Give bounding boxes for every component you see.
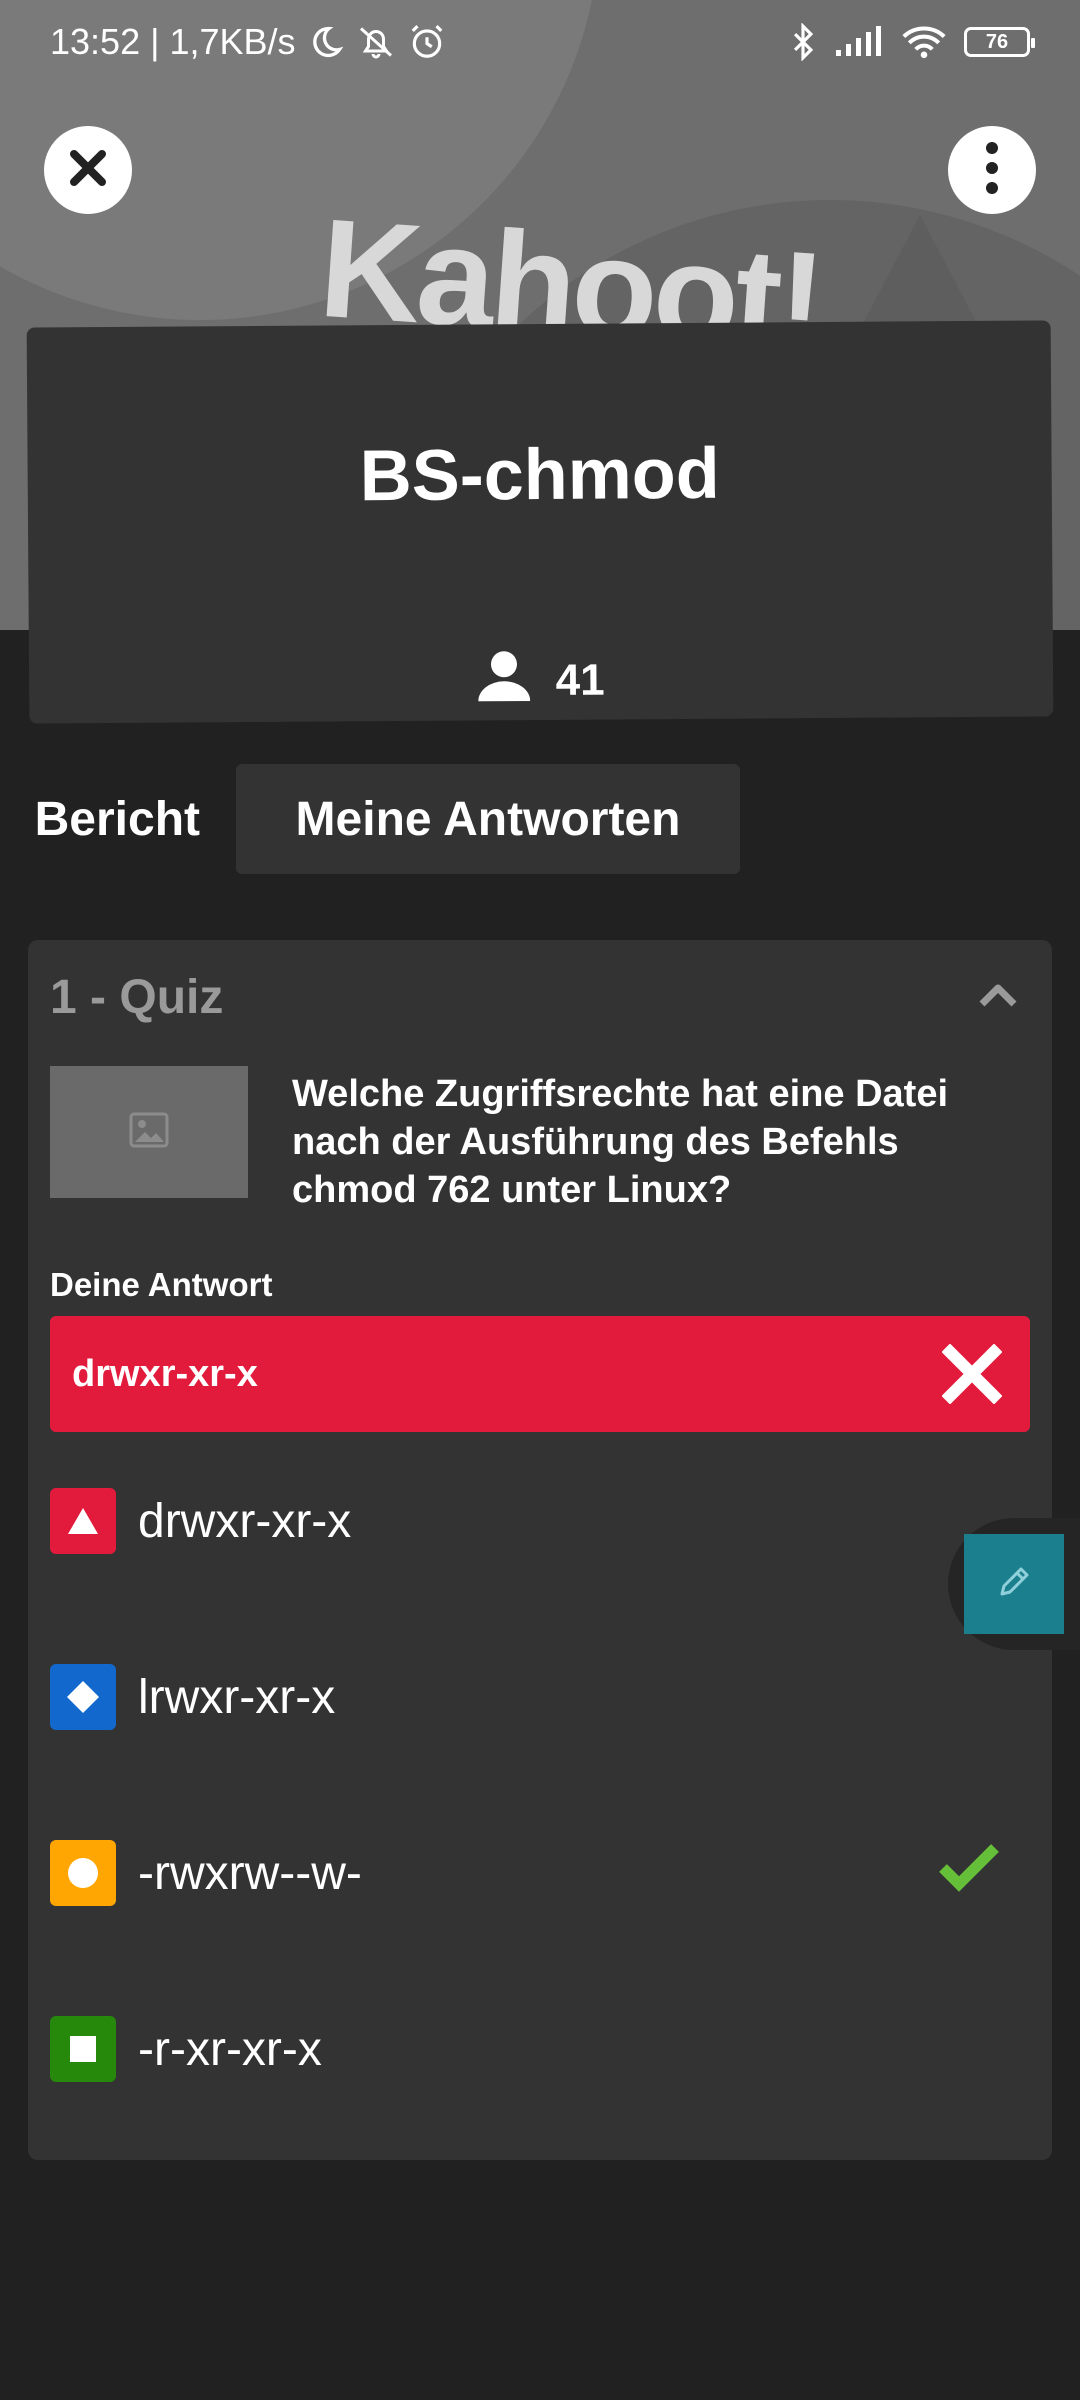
player-count-value: 41: [555, 655, 605, 705]
your-answer-value: drwxr-xr-x: [72, 1352, 258, 1395]
alarm-icon: [408, 23, 446, 61]
more-options-button[interactable]: [948, 126, 1036, 214]
pencil-icon: [994, 1562, 1034, 1607]
moon-icon: [308, 24, 344, 60]
status-bar: 13:52 | 1,7KB/s 76: [0, 0, 1080, 84]
kahoot-title: BS-chmod: [359, 433, 720, 517]
edit-button[interactable]: [964, 1534, 1064, 1634]
wrong-x-icon: [941, 1343, 1003, 1414]
diamond-icon: [50, 1664, 116, 1730]
triangle-icon: [50, 1488, 116, 1554]
square-icon: [50, 2016, 116, 2082]
image-icon: [129, 1112, 169, 1153]
close-button[interactable]: [44, 126, 132, 214]
answer-option-label: lrwxr-xr-x: [138, 1670, 336, 1724]
tab-bar: Bericht Meine Antworten: [0, 764, 1080, 874]
answer-option: -rwxrw--w-: [50, 1838, 999, 1908]
your-answer-bar: drwxr-xr-x: [50, 1316, 1030, 1432]
your-answer-label: Deine Antwort: [50, 1266, 273, 1303]
answer-option-label: drwxr-xr-x: [138, 1494, 352, 1548]
question-card: 1 - Quiz Welche Zugriffsrechte hat eine …: [28, 940, 1052, 2160]
person-icon: [477, 649, 530, 712]
status-time: 13:52 | 1,7KB/s: [50, 21, 296, 62]
question-image-placeholder: [50, 1066, 248, 1198]
wifi-icon: [902, 25, 946, 59]
question-header: 1 - Quiz: [50, 971, 224, 1024]
kahoot-title-card: BS-chmod 41: [26, 320, 1054, 724]
question-text: Welche Zugriffsrechte hat eine Datei nac…: [292, 1073, 949, 1211]
answer-option: -r-xr-xr-x: [50, 2014, 990, 2084]
more-vertical-icon: [985, 141, 999, 200]
answer-option-label: -rwxrw--w-: [138, 1846, 362, 1900]
tab-my-answers[interactable]: Meine Antworten: [236, 764, 740, 874]
answer-option-label: -r-xr-xr-x: [138, 2022, 322, 2076]
answer-option: lrwxr-xr-x: [50, 1662, 990, 1732]
close-icon: [66, 146, 110, 195]
player-count: 41: [29, 645, 1053, 715]
muted-bell-icon: [356, 24, 396, 60]
correct-check-icon: [938, 1842, 1000, 1897]
answer-option: drwxr-xr-x: [50, 1486, 990, 1556]
tab-report[interactable]: Bericht: [0, 764, 206, 874]
bluetooth-icon: [790, 23, 816, 61]
signal-icon: [834, 26, 884, 58]
battery-indicator: 76: [964, 27, 1035, 57]
chevron-up-icon[interactable]: [978, 982, 1018, 1013]
circle-icon: [50, 1840, 116, 1906]
